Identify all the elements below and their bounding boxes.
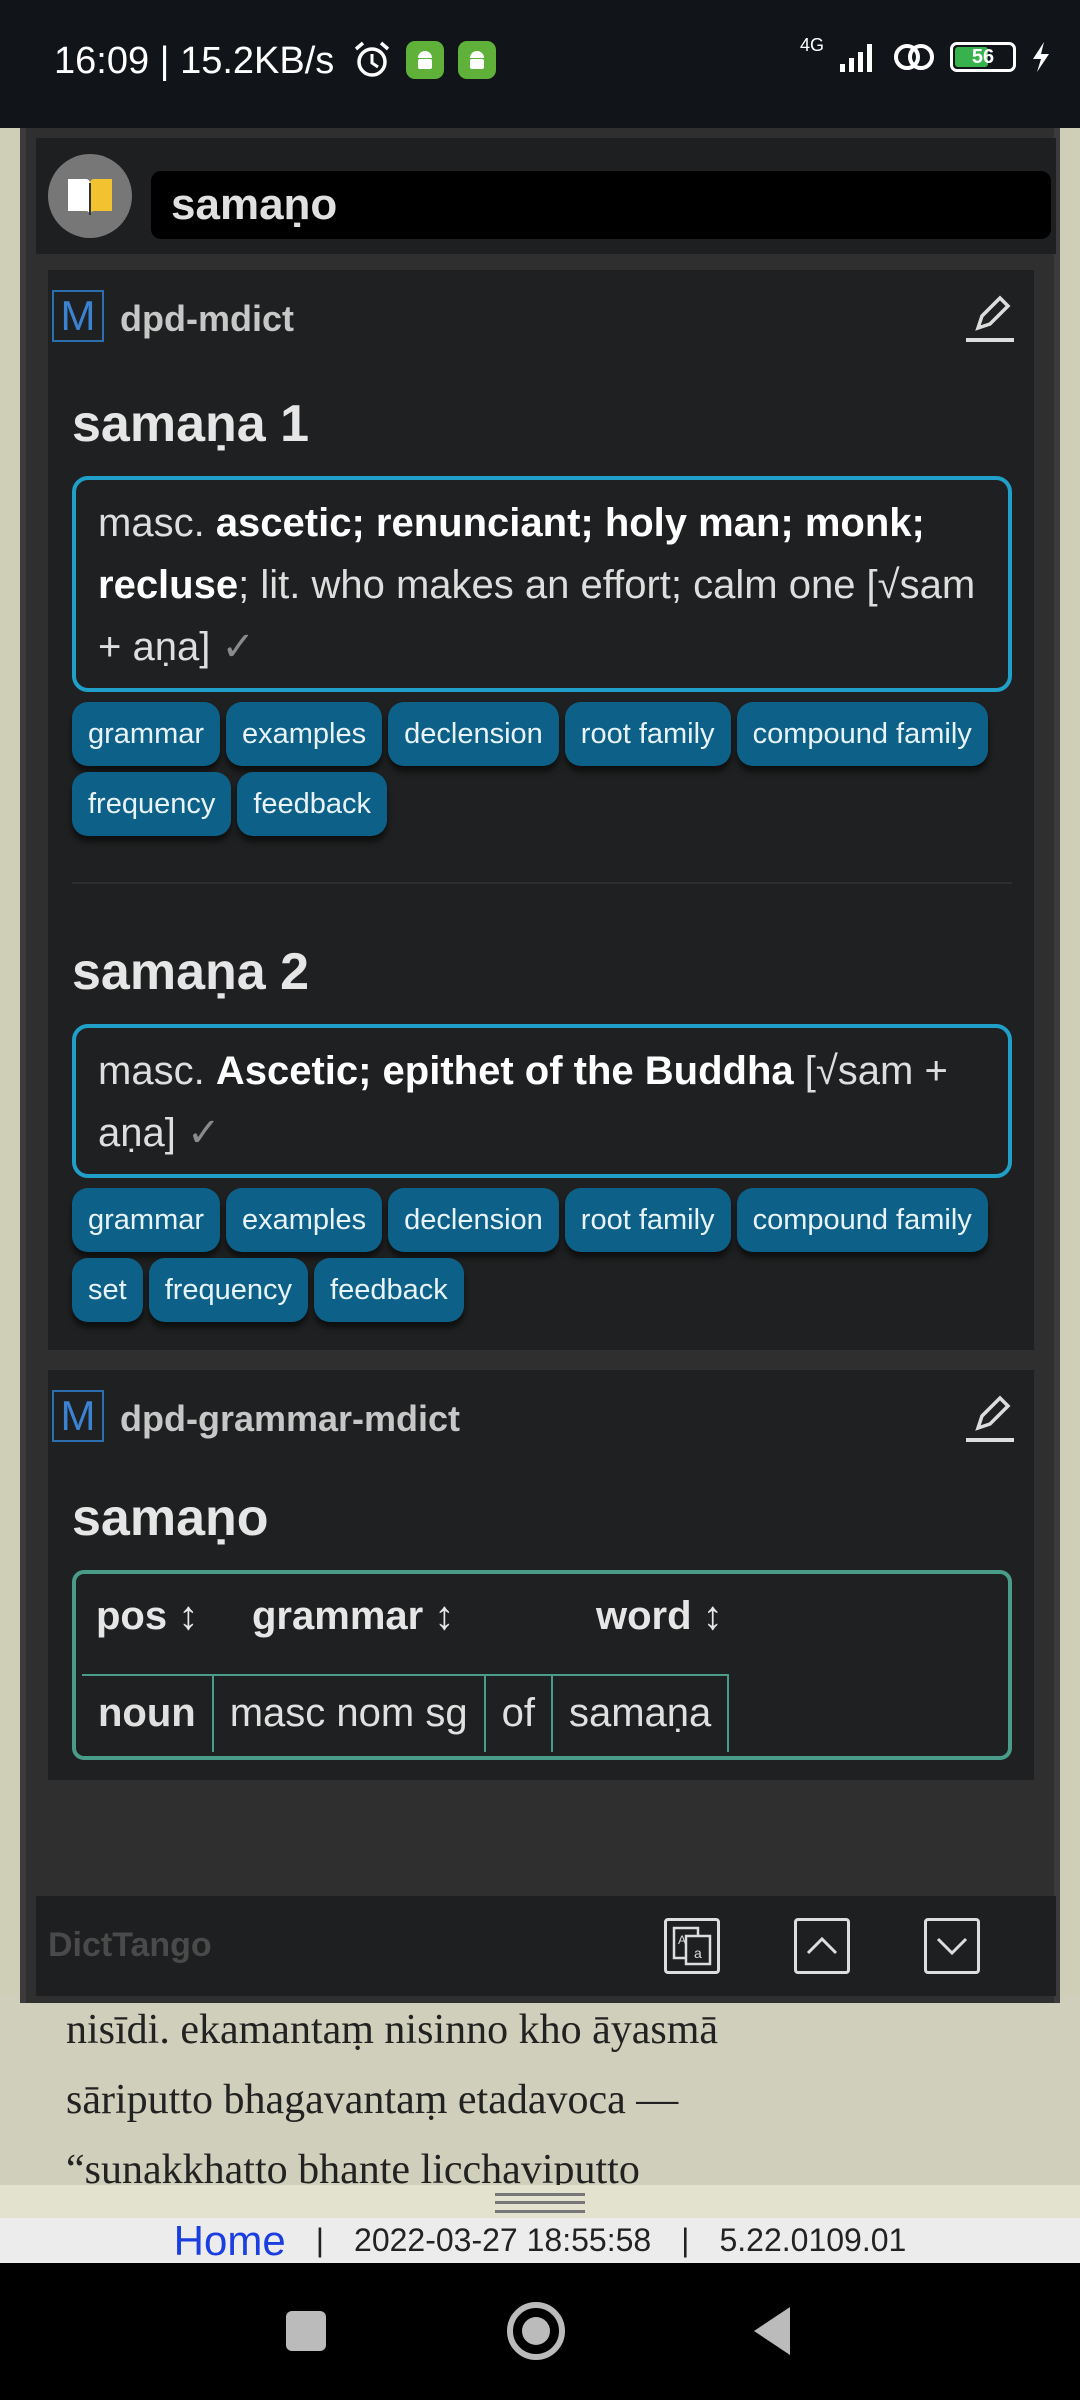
feedback-button[interactable]: feedback: [314, 1258, 464, 1322]
alarm-icon: [354, 41, 390, 77]
circle-icon: [507, 2302, 565, 2360]
edit-icon[interactable]: [964, 1390, 1016, 1446]
frequency-button[interactable]: frequency: [148, 1258, 309, 1322]
entry-headword: samaṇa 1: [72, 395, 310, 453]
table-row: noun masc nom sg of samaṇa: [82, 1674, 730, 1752]
translate-button[interactable]: Aa: [664, 1918, 720, 1974]
compound-family-button[interactable]: compound family: [736, 702, 988, 766]
charging-icon: [1033, 42, 1049, 72]
check-icon: ✓: [221, 625, 255, 669]
grammar-button[interactable]: grammar: [72, 1188, 221, 1252]
battery-icon: 56: [950, 42, 1016, 72]
dict-panel-dpd-grammar-mdict: M dpd-grammar-mdict samaṇo pos ↕ grammar…: [48, 1370, 1034, 1780]
recents-button[interactable]: [276, 2301, 336, 2361]
set-button[interactable]: set: [72, 1258, 143, 1322]
grammar-button[interactable]: grammar: [72, 702, 221, 766]
square-icon: [286, 2311, 326, 2351]
system-nav-bar: [0, 2263, 1080, 2400]
entry-buttons: grammar examples declension root family …: [72, 1188, 1012, 1322]
dict-name[interactable]: dpd-grammar-mdict: [120, 1398, 460, 1440]
android-notification-icon: [406, 41, 444, 79]
chevron-down-icon: [936, 1937, 968, 1956]
definition-meaning: Ascetic; epithet of the Buddha: [215, 1049, 794, 1093]
definition-box: masc. Ascetic; epithet of the Buddha [√s…: [72, 1024, 1012, 1178]
svg-text:a: a: [694, 1945, 702, 1961]
definition-pos: masc.: [98, 501, 205, 545]
back-triangle-icon: [754, 2307, 790, 2355]
definition-pos: masc.: [98, 1049, 205, 1093]
home-link[interactable]: Home: [174, 2217, 286, 2265]
column-header-pos[interactable]: pos ↕: [96, 1594, 198, 1639]
signal-icon: [840, 44, 872, 72]
translate-icon: Aa: [672, 1926, 712, 1966]
scroll-down-button[interactable]: [924, 1918, 980, 1974]
status-bar: 16:09 | 15.2KB/s 4G 56: [0, 0, 1080, 128]
dictionary-popup: M dpd-mdict samaṇa 1 masc. ascetic; renu…: [20, 128, 1060, 2003]
dict-header: M dpd-grammar-mdict: [48, 1370, 1034, 1470]
entry-divider: [72, 882, 1012, 884]
root-family-button[interactable]: root family: [564, 702, 731, 766]
back-button[interactable]: [742, 2301, 802, 2361]
entry-headword: samaṇa 2: [72, 943, 310, 1001]
dict-panel-dpd-mdict: M dpd-mdict samaṇa 1 masc. ascetic; renu…: [48, 270, 1034, 1350]
mdict-badge-icon: M: [52, 290, 104, 342]
svg-text:A: A: [678, 1933, 686, 1947]
feedback-button[interactable]: feedback: [237, 772, 388, 836]
status-time: 16:09 | 15.2KB/s: [54, 40, 335, 82]
dict-name[interactable]: dpd-mdict: [120, 298, 294, 340]
check-icon: ✓: [186, 1111, 221, 1155]
cell-pos: noun: [82, 1674, 214, 1752]
grammar-table: pos ↕ grammar ↕ word ↕ noun masc nom sg …: [72, 1570, 1012, 1760]
reading-line: nisīdi. ekamantaṃ nisinno kho āyasmā: [66, 2007, 719, 2053]
search-bar: [36, 138, 1056, 254]
footer-version: 5.22.0109.01: [719, 2222, 907, 2258]
footer-datetime: 2022-03-27 18:55:58: [354, 2222, 652, 2258]
search-input[interactable]: [151, 171, 1051, 239]
declension-button[interactable]: declension: [388, 702, 559, 766]
definition-box: masc. ascetic; renunciant; holy man; mon…: [72, 476, 1012, 692]
cell-word: samaṇa: [552, 1674, 730, 1752]
scroll-up-button[interactable]: [794, 1918, 850, 1974]
entry-buttons: grammar examples declension root family …: [72, 702, 1012, 836]
edit-icon[interactable]: [964, 290, 1016, 346]
declension-button[interactable]: declension: [388, 1188, 559, 1252]
cell-grammar: masc nom sg: [213, 1674, 486, 1752]
network-type: 4G: [799, 34, 824, 55]
examples-button[interactable]: examples: [226, 1188, 383, 1252]
android-notification-icon: [458, 41, 496, 79]
reading-text[interactable]: nisīdi. ekamantaṃ nisinno kho āyasmā sār…: [0, 1995, 1080, 2193]
examples-button[interactable]: examples: [226, 702, 383, 766]
dict-header: M dpd-mdict: [48, 270, 1034, 370]
column-header-word[interactable]: word ↕: [596, 1594, 723, 1639]
footer-separator: |: [681, 2222, 690, 2258]
app-brand: DictTango: [48, 1926, 212, 1964]
entry-headword: samaṇo: [72, 1489, 269, 1547]
footer-separator: |: [315, 2222, 325, 2258]
column-header-grammar[interactable]: grammar ↕: [252, 1594, 454, 1639]
book-icon[interactable]: [48, 154, 132, 238]
compound-family-button[interactable]: compound family: [736, 1188, 988, 1252]
mdict-badge-icon: M: [52, 1390, 104, 1442]
status-icons-left: [352, 40, 496, 80]
popup-bottom-bar: DictTango Aa: [36, 1896, 1056, 1996]
home-button[interactable]: [506, 2301, 566, 2361]
status-icons-right: 4G 56: [800, 35, 1052, 74]
reading-line: sāriputto bhagavantaṃ etadavoca —: [66, 2077, 679, 2123]
cell-of: of: [485, 1674, 553, 1752]
hotspot-link-icon: [894, 44, 934, 70]
footer-bar: Home | 2022-03-27 18:55:58 | 5.22.0109.0…: [0, 2217, 1080, 2265]
frequency-button[interactable]: frequency: [72, 772, 232, 836]
root-family-button[interactable]: root family: [564, 1188, 731, 1252]
chevron-up-icon: [806, 1936, 838, 1955]
